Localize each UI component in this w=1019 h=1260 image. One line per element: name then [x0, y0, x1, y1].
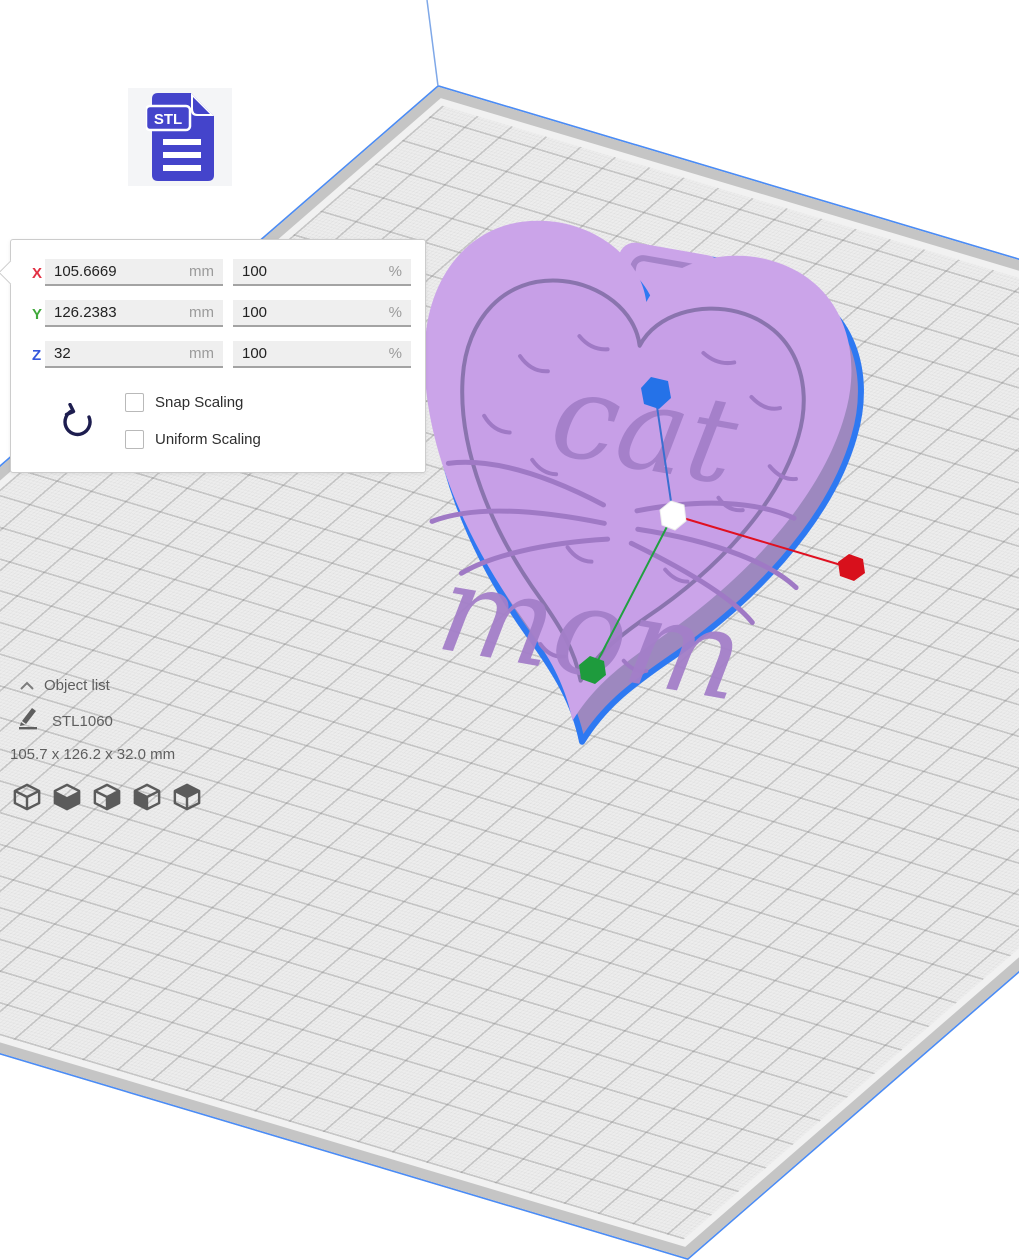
uniform-scaling-row: Uniform Scaling — [125, 429, 261, 449]
plate-corner-axis-line — [427, 0, 438, 86]
scale-x-percent-value: 100 — [242, 263, 267, 280]
uniform-scaling-label: Uniform Scaling — [155, 431, 261, 448]
edit-pencil-icon — [16, 704, 40, 730]
front-view-cube-icon — [53, 782, 81, 812]
scale-x-percent-field[interactable]: 100 % — [233, 259, 411, 286]
scale-y-mm-value: 126.2383 — [54, 304, 117, 321]
reset-scale-button[interactable] — [59, 403, 97, 441]
scale-x-percent-unit: % — [389, 263, 402, 280]
reset-icon — [59, 403, 97, 441]
scale-tool-panel: X 105.6669 mm 100 % Y 126.2383 mm 100 % … — [10, 239, 426, 473]
scale-z-percent-unit: % — [389, 345, 402, 362]
scale-z-mm-field[interactable]: 32 mm — [45, 341, 223, 368]
axis-z-label: Z — [32, 341, 41, 370]
collapse-chevron-icon[interactable] — [19, 680, 35, 692]
view-top-button[interactable] — [92, 782, 122, 814]
stl-file-thumbnail: STL — [128, 88, 232, 186]
scale-row-y: Y 126.2383 mm 100 % — [11, 300, 425, 329]
scale-x-mm-value: 105.6669 — [54, 263, 117, 280]
left-view-cube-icon — [133, 782, 161, 812]
scale-y-percent-value: 100 — [242, 304, 267, 321]
view-right-button[interactable] — [172, 782, 202, 814]
axis-x-label: X — [32, 259, 42, 288]
3d-view-cube-icon — [13, 782, 41, 812]
snap-scaling-row: Snap Scaling — [125, 392, 243, 412]
uniform-scaling-checkbox[interactable] — [125, 430, 144, 449]
object-list-item-name[interactable]: STL1060 — [52, 713, 113, 730]
object-dimensions-label: 105.7 x 126.2 x 32.0 mm — [10, 746, 175, 763]
object-list-title[interactable]: Object list — [44, 677, 110, 694]
scale-row-x: X 105.6669 mm 100 % — [11, 259, 425, 288]
scale-x-mm-field[interactable]: 105.6669 mm — [45, 259, 223, 286]
scale-row-z: Z 32 mm 100 % — [11, 341, 425, 370]
scale-y-percent-unit: % — [389, 304, 402, 321]
scale-y-mm-unit: mm — [189, 304, 214, 321]
view-left-button[interactable] — [132, 782, 162, 814]
gizmo-x-handle[interactable] — [838, 554, 865, 581]
scale-y-mm-field[interactable]: 126.2383 mm — [45, 300, 223, 327]
snap-scaling-label: Snap Scaling — [155, 394, 243, 411]
model-heart-mold[interactable]: cat mom — [360, 203, 883, 779]
top-view-cube-icon — [93, 782, 121, 812]
scale-x-mm-unit: mm — [189, 263, 214, 280]
scale-z-percent-value: 100 — [242, 345, 267, 362]
axis-y-label: Y — [32, 300, 42, 329]
stl-badge-label: STL — [154, 111, 182, 128]
scale-z-mm-value: 32 — [54, 345, 71, 362]
snap-scaling-checkbox[interactable] — [125, 393, 144, 412]
view-3d-button[interactable] — [12, 782, 42, 814]
stl-file-icon: STL — [146, 91, 218, 183]
scale-z-percent-field[interactable]: 100 % — [233, 341, 411, 368]
scale-y-percent-field[interactable]: 100 % — [233, 300, 411, 327]
view-front-button[interactable] — [52, 782, 82, 814]
scale-z-mm-unit: mm — [189, 345, 214, 362]
right-view-cube-icon — [173, 782, 201, 812]
